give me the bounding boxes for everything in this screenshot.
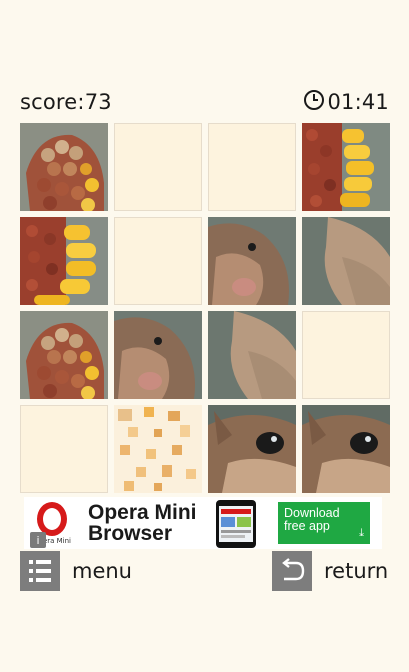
hud: score:73 01:41 (20, 86, 389, 118)
clock-icon (303, 89, 325, 116)
empty-tile[interactable] (208, 123, 296, 211)
empty-tile[interactable] (302, 311, 390, 399)
puzzle-tile[interactable] (208, 405, 296, 493)
empty-tile[interactable] (114, 123, 202, 211)
puzzle-tile[interactable] (20, 217, 108, 305)
timer: 01:41 (303, 89, 389, 116)
timer-value: 01:41 (327, 90, 389, 114)
list-icon (20, 551, 60, 591)
puzzle-board (20, 123, 390, 493)
return-arrow-icon (272, 551, 312, 591)
return-label: return (324, 559, 389, 583)
return-button[interactable]: return (272, 551, 388, 591)
empty-tile[interactable] (114, 217, 202, 305)
puzzle-tile[interactable] (208, 217, 296, 305)
puzzle-tile[interactable] (114, 405, 202, 493)
puzzle-tile[interactable] (208, 311, 296, 399)
puzzle-tile[interactable] (20, 311, 108, 399)
download-button[interactable]: Download free app ⤓ (278, 502, 370, 544)
download-arrow-icon: ⤓ (359, 527, 364, 539)
ad-banner[interactable]: Opera Mini Opera Mini Browser Download f… (24, 497, 382, 549)
menu-label: menu (72, 559, 132, 583)
ad-headline: Opera Mini Browser (88, 501, 197, 545)
puzzle-tile[interactable] (20, 123, 108, 211)
score-label: score:73 (20, 90, 112, 114)
puzzle-tile[interactable] (302, 217, 390, 305)
puzzle-tile[interactable] (302, 405, 390, 493)
empty-tile[interactable] (20, 405, 108, 493)
info-icon[interactable]: i (30, 532, 46, 548)
puzzle-tile[interactable] (302, 123, 390, 211)
puzzle-tile[interactable] (114, 311, 202, 399)
menu-button[interactable]: menu (20, 551, 132, 591)
phone-image (210, 498, 264, 548)
